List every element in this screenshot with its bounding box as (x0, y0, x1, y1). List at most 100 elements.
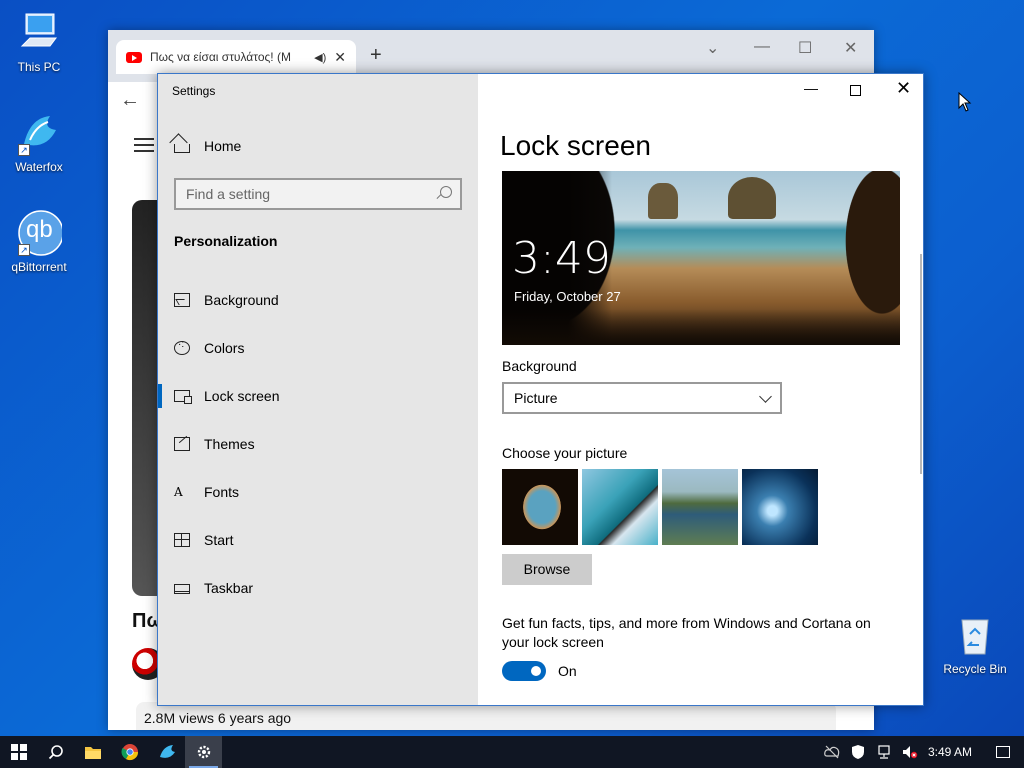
browser-tab-title: Πως να είσαι στυλάτος! (Μ (150, 50, 291, 64)
desktop-icon-label: This PC (17, 60, 61, 74)
preview-date: Friday, October 27 (514, 289, 621, 304)
nav-item-taskbar[interactable]: Taskbar (158, 568, 478, 608)
computer-icon (16, 10, 62, 56)
picture-thumbnails (502, 469, 818, 545)
settings-home-link[interactable]: Home (174, 138, 241, 154)
desktop-icon-qbittorrent[interactable]: qb ↗ qBittorrent (2, 210, 76, 274)
taskbar-chrome[interactable] (111, 736, 148, 768)
system-tray: 3:49 AM (824, 745, 1024, 759)
network-icon[interactable] (876, 745, 892, 759)
page-title: Lock screen (500, 130, 651, 161)
desktop-icon-label: Waterfox (15, 160, 63, 174)
preview-time: 3:49 (512, 233, 611, 284)
preview-rock (728, 177, 776, 219)
background-label: Background (502, 358, 577, 374)
search-icon (48, 745, 63, 760)
fonts-icon: A (174, 485, 183, 499)
taskbar-icon (174, 584, 190, 594)
desktop-icon-label: Recycle Bin (943, 662, 1007, 676)
background-dropdown[interactable]: Picture (502, 382, 782, 414)
minimize-button[interactable]: — (804, 80, 818, 96)
shortcut-arrow-icon: ↗ (18, 244, 30, 256)
nav-item-label: Themes (204, 436, 255, 452)
close-button[interactable]: ✕ (896, 78, 911, 99)
search-icon (440, 186, 452, 198)
mouse-cursor-icon (958, 92, 972, 112)
video-views: 2.8M views 6 years ago (136, 702, 836, 730)
youtube-icon (126, 51, 142, 63)
browser-maximize-button[interactable]: ☐ (798, 38, 812, 58)
nav-item-label: Taskbar (204, 580, 254, 596)
new-tab-button[interactable]: + (370, 44, 382, 67)
picture-icon (174, 293, 190, 307)
search-placeholder: Find a setting (186, 186, 271, 202)
security-shield-icon[interactable] (850, 745, 866, 759)
nav-item-label: Start (204, 532, 234, 548)
lock-screen-preview: 3:49 Friday, October 27 (502, 171, 900, 345)
desktop-icon-recycle-bin[interactable]: Recycle Bin (938, 612, 1012, 676)
taskbar: 3:49 AM (0, 736, 1024, 768)
preview-rock (648, 183, 678, 219)
start-icon (174, 533, 190, 547)
recycle-bin-icon (952, 612, 998, 658)
chevron-down-icon (759, 390, 772, 403)
waterfox-icon: ↗ (16, 110, 62, 156)
nav-item-background[interactable]: Background (158, 280, 478, 320)
picture-thumbnail[interactable] (662, 469, 738, 545)
choose-picture-label: Choose your picture (502, 445, 628, 461)
desktop-icon-label: qBittorrent (11, 260, 67, 274)
taskbar-waterfox[interactable] (148, 736, 185, 768)
preview-cave-floor (502, 309, 900, 345)
fun-facts-toggle[interactable] (502, 661, 546, 681)
taskbar-search-button[interactable] (37, 736, 74, 768)
toggle-state-label: On (558, 663, 577, 679)
nav-item-label: Background (204, 292, 279, 308)
picture-thumbnail[interactable] (582, 469, 658, 545)
speaker-icon[interactable]: ◀) (314, 51, 326, 64)
browser-close-button[interactable]: ✕ (844, 38, 857, 58)
find-setting-input[interactable]: Find a setting (174, 178, 462, 210)
back-arrow-icon[interactable]: ← (120, 89, 140, 112)
taskbar-settings[interactable] (185, 736, 222, 768)
picture-thumbnail[interactable] (502, 469, 578, 545)
desktop-icon-waterfox[interactable]: ↗ Waterfox (2, 110, 76, 174)
tab-close-icon[interactable]: ✕ (334, 49, 346, 66)
settings-window[interactable]: Settings Home Find a setting Personaliza… (157, 73, 924, 706)
browse-button[interactable]: Browse (502, 554, 592, 585)
nav-item-themes[interactable]: Themes (158, 424, 478, 464)
tab-search-icon[interactable]: ⌄ (706, 38, 719, 58)
volume-muted-icon[interactable] (902, 745, 918, 759)
palette-icon (174, 339, 190, 355)
gear-icon (197, 745, 210, 759)
start-button[interactable] (0, 736, 37, 768)
nav-item-fonts[interactable]: A Fonts (158, 472, 478, 512)
qbittorrent-icon: qb ↗ (16, 210, 64, 256)
nav-item-label: Colors (204, 340, 245, 356)
shortcut-arrow-icon: ↗ (18, 144, 30, 156)
settings-app-title: Settings (172, 84, 216, 98)
maximize-button[interactable] (850, 85, 861, 96)
settings-main-pane: — ✕ Lock screen 3:49 Friday, October 27 … (478, 74, 923, 705)
waterfox-icon (159, 745, 175, 758)
nav-item-colors[interactable]: Colors (158, 328, 478, 368)
home-label: Home (204, 138, 242, 154)
desktop-icon-this-pc[interactable]: This PC (2, 10, 76, 74)
scrollbar[interactable] (920, 254, 922, 474)
action-center-icon[interactable] (996, 746, 1010, 758)
windows-logo-icon (10, 744, 27, 760)
section-title: Personalization (174, 233, 278, 249)
taskbar-clock[interactable]: 3:49 AM (928, 745, 972, 759)
cloud-offline-icon[interactable] (824, 745, 840, 759)
qbittorrent-glyph: qb (26, 216, 53, 243)
hamburger-menu-icon[interactable] (134, 138, 154, 152)
browser-minimize-button[interactable]: — (754, 38, 770, 56)
background-dropdown-value: Picture (514, 390, 558, 406)
home-icon (174, 144, 190, 153)
chrome-icon (121, 744, 138, 761)
picture-thumbnail[interactable] (742, 469, 818, 545)
nav-item-lock-screen[interactable]: Lock screen (158, 376, 478, 416)
nav-item-start[interactable]: Start (158, 520, 478, 560)
browser-tab[interactable]: Πως να είσαι στυλάτος! (Μ ◀) ✕ (116, 40, 356, 74)
taskbar-file-explorer[interactable] (74, 736, 111, 768)
folder-icon (84, 746, 101, 759)
